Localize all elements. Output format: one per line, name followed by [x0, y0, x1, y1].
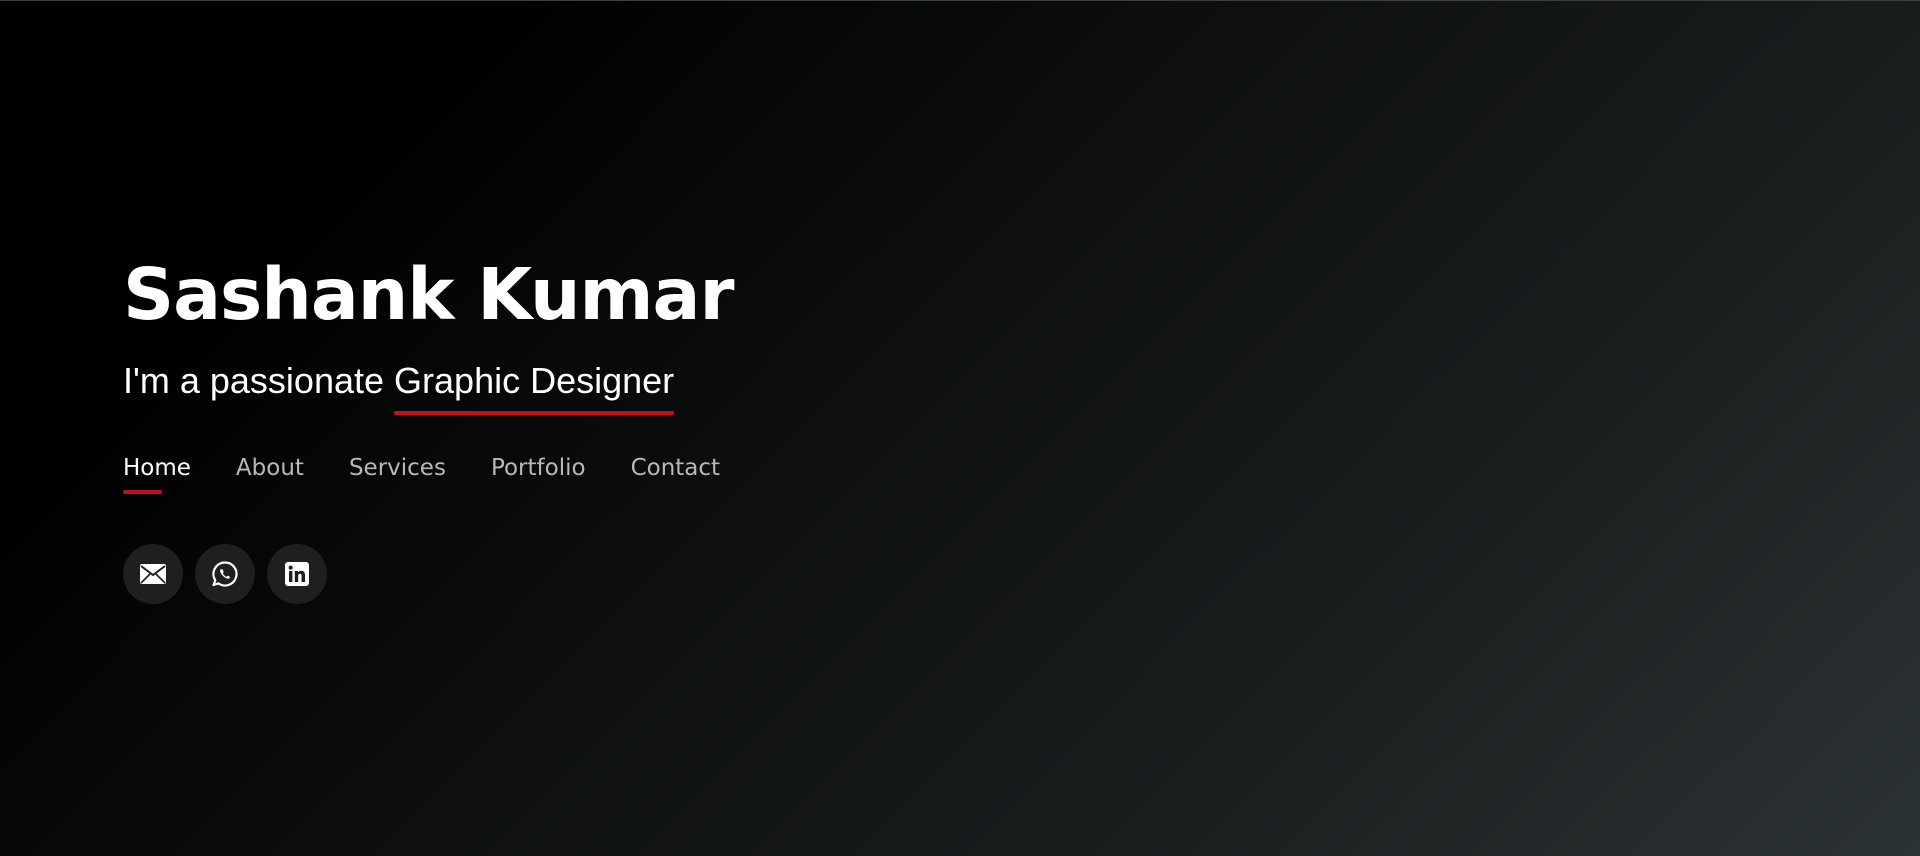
social-links [123, 544, 733, 604]
whatsapp-icon [212, 561, 238, 587]
nav-contact-link[interactable]: Contact [631, 453, 720, 494]
envelope-icon [140, 564, 166, 584]
nav-about-link[interactable]: About [236, 453, 304, 494]
hero-tagline: I'm a passionate Graphic Designer [123, 359, 733, 415]
main-nav: Home About Services Portfolio Contact [123, 453, 733, 494]
tagline-role: Graphic Designer [394, 359, 675, 415]
linkedin-icon [285, 562, 309, 586]
nav-services-link[interactable]: Services [349, 453, 446, 494]
nav-home-link[interactable]: Home [123, 453, 191, 494]
tagline-prefix: I'm a passionate [123, 360, 395, 401]
hero-section: Sashank Kumar I'm a passionate Graphic D… [123, 251, 734, 604]
email-button[interactable] [123, 544, 183, 604]
linkedin-button[interactable] [267, 544, 327, 604]
nav-portfolio-link[interactable]: Portfolio [491, 453, 586, 494]
whatsapp-button[interactable] [195, 544, 255, 604]
hero-name: Sashank Kumar [123, 253, 734, 336]
